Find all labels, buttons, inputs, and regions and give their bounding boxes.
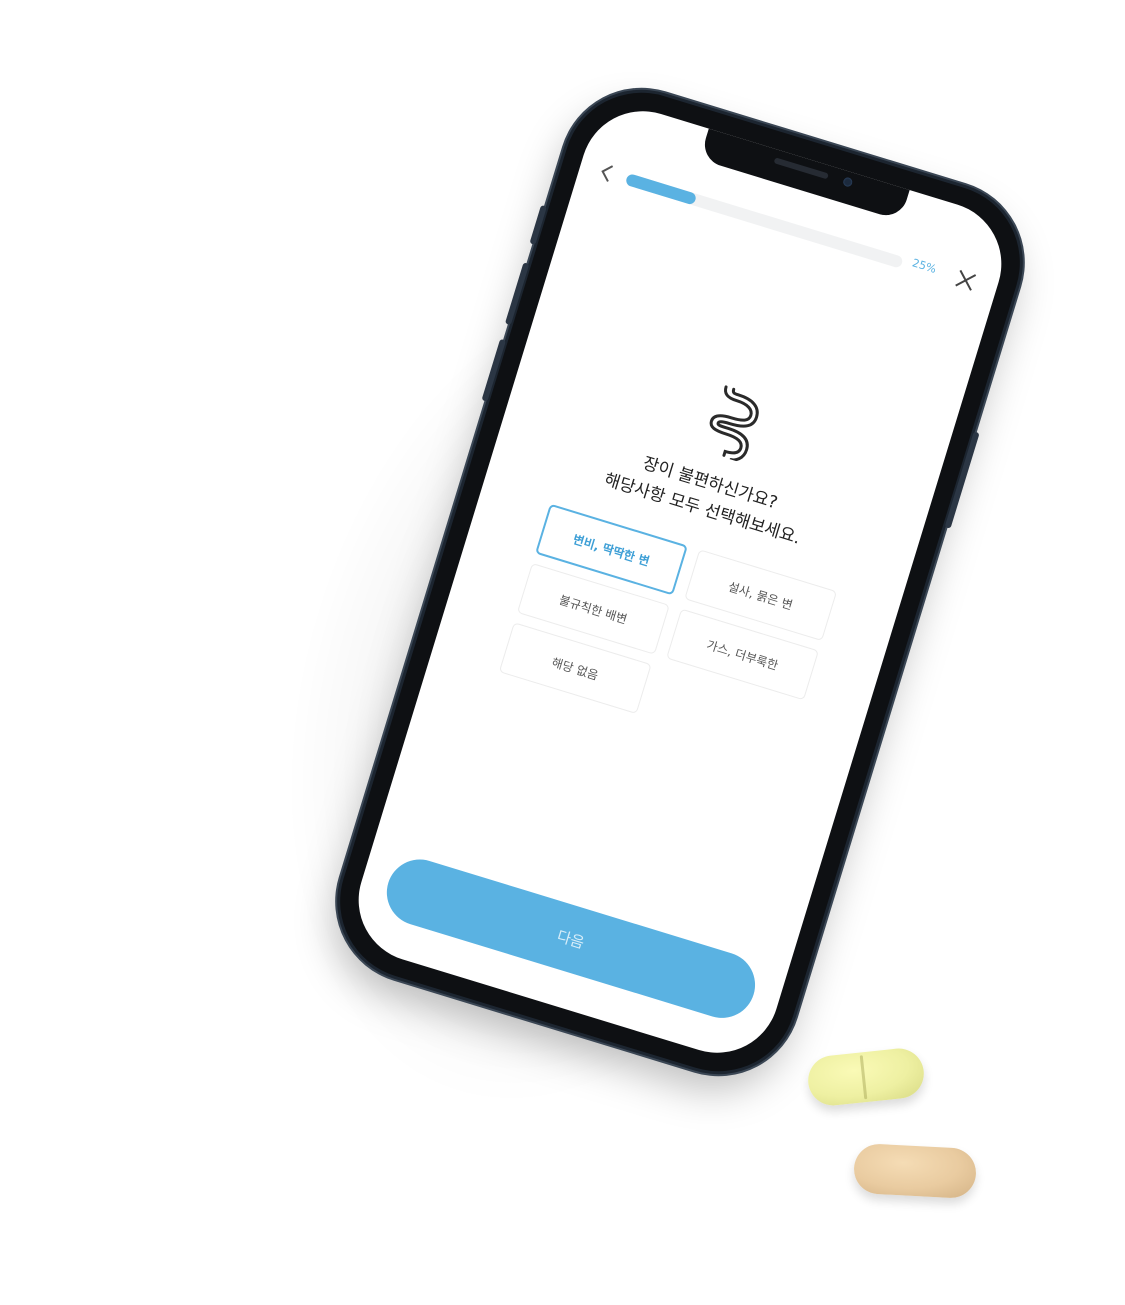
chevron-left-icon <box>601 165 614 182</box>
close-icon <box>955 269 977 291</box>
progress-label: 25% <box>910 256 938 276</box>
front-camera <box>842 176 854 188</box>
close-button[interactable] <box>951 265 981 295</box>
yellow-pill-image <box>805 1046 927 1108</box>
option-label: 가스, 더부룩한 <box>705 637 780 673</box>
next-button-label: 다음 <box>554 926 587 952</box>
option-label: 변비, 딱딱한 변 <box>571 531 652 569</box>
option-label: 불규칙한 배변 <box>557 592 629 627</box>
phone-side-button <box>529 204 547 245</box>
phone-screen: 25% 장이 불편하신가요? 해당사항 모두 선택해보세요. 변비, 딱딱한 변 <box>343 95 1017 1069</box>
hero-stage: 25% 장이 불편하신가요? 해당사항 모두 선택해보세요. 변비, 딱딱한 변 <box>0 0 1125 1305</box>
intestine-icon <box>709 385 759 462</box>
back-button[interactable] <box>592 158 622 188</box>
phone-power-button <box>944 431 980 529</box>
option-label: 해당 없음 <box>550 654 601 683</box>
option-label: 설사, 묽은 변 <box>726 579 795 613</box>
tan-pill-image <box>852 1142 978 1200</box>
speaker-grille <box>773 157 829 180</box>
progress-fill <box>624 173 698 206</box>
pill-score-line <box>859 1055 868 1100</box>
